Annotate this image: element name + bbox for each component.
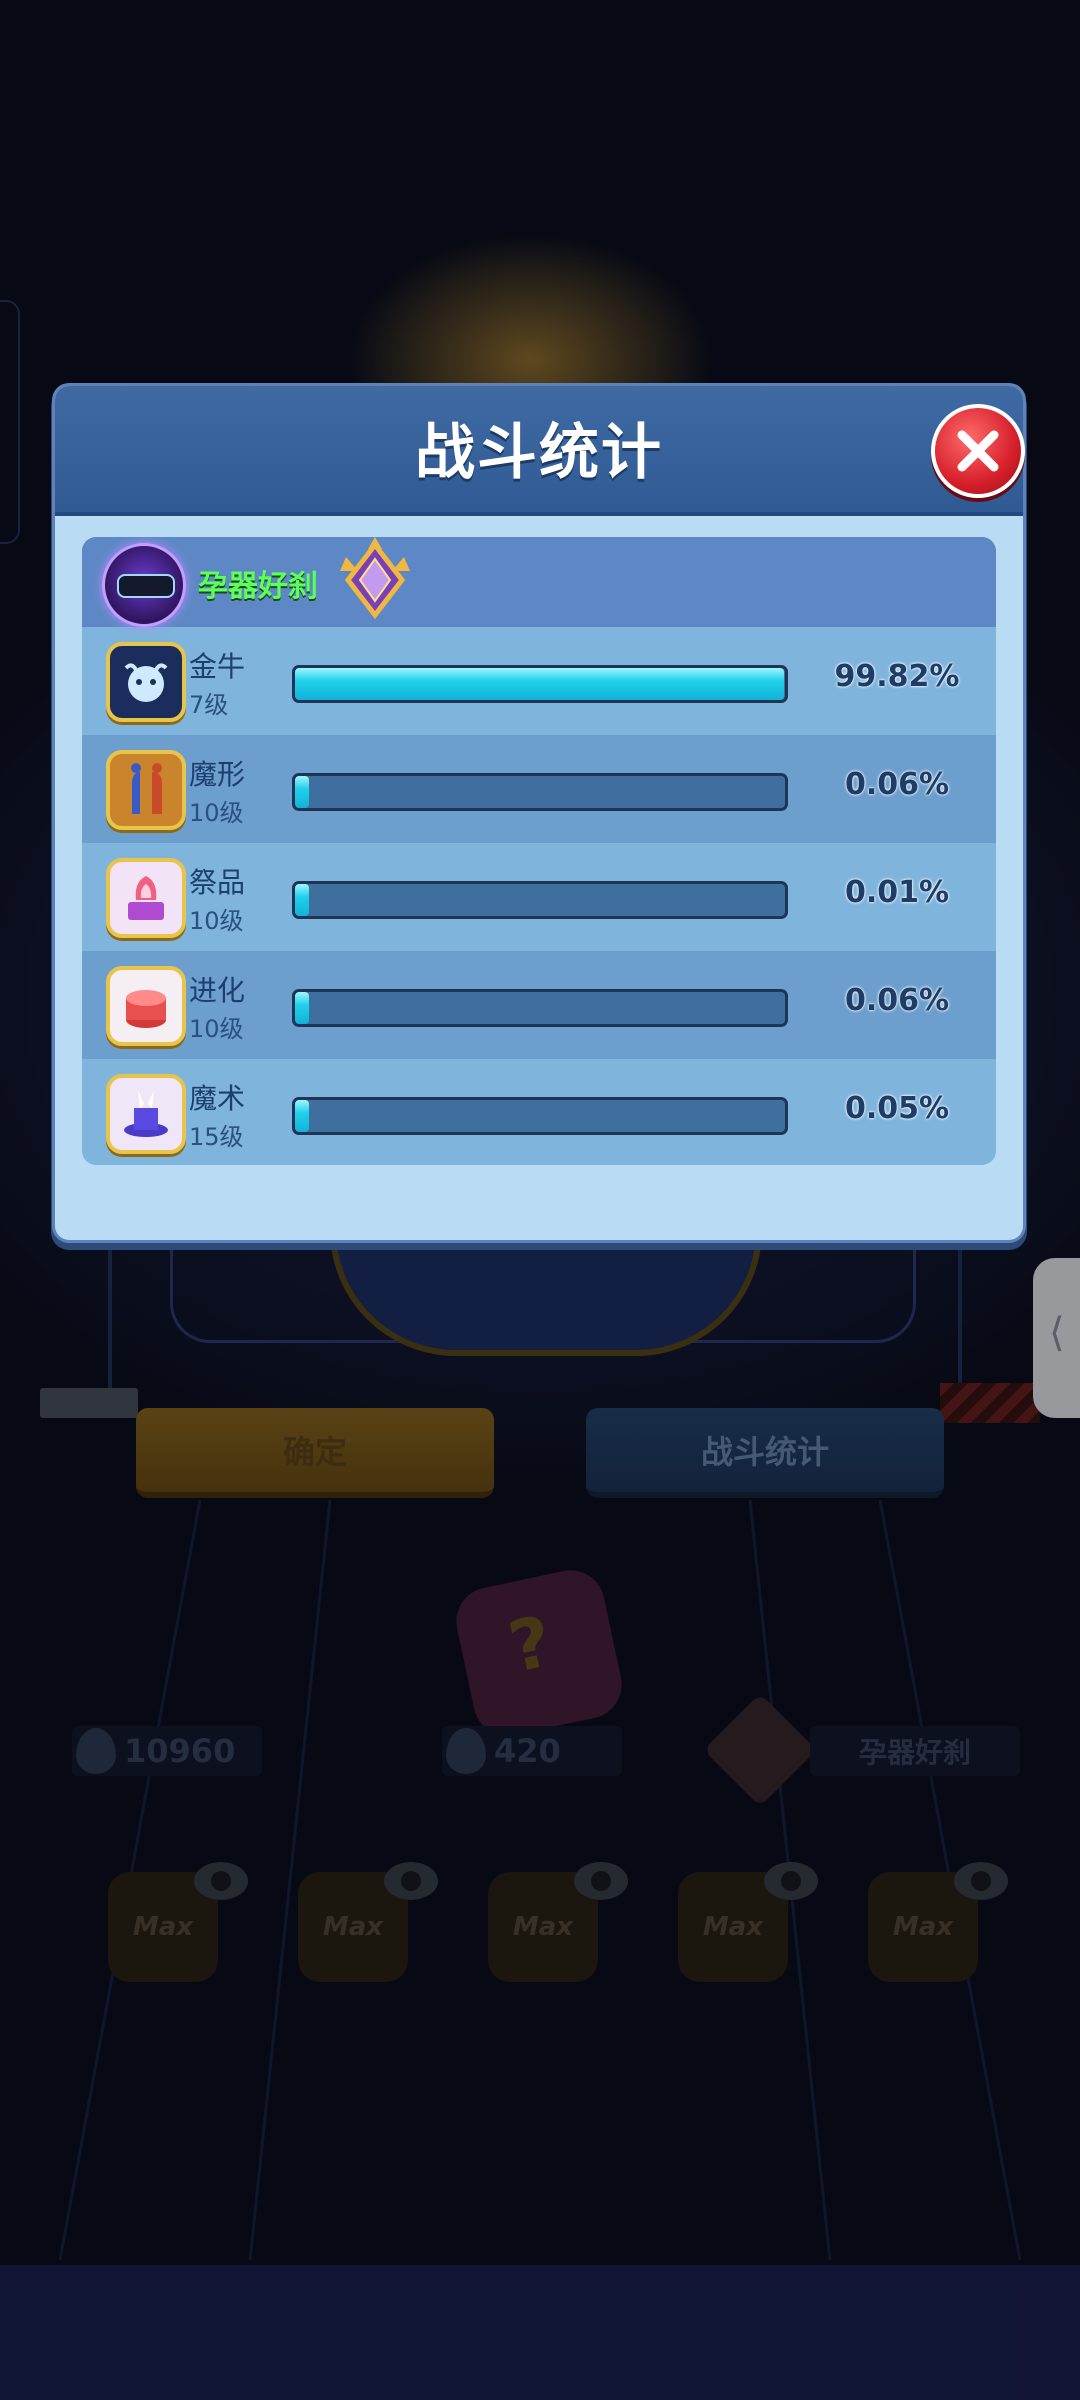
rank-badge-icon	[340, 537, 410, 620]
unit-level: 15级	[189, 1123, 244, 1151]
unit-name: 魔术	[189, 1082, 246, 1115]
close-icon	[957, 430, 999, 472]
unit-name: 金牛	[189, 650, 246, 683]
damage-bar-fill	[295, 1100, 309, 1132]
unit-level: 10级	[189, 799, 244, 827]
unit-level: 10级	[189, 1015, 244, 1043]
unit-row: 魔术 15级 0.05%	[82, 1059, 996, 1165]
magic-hat-icon	[106, 1074, 186, 1154]
damage-bar-fill	[295, 884, 309, 916]
battle-stats-dialog: 战斗统计 孕器好刹 金牛 7级 99.82% 魔形 10级 0.06% 祭品 1…	[55, 386, 1025, 1240]
damage-percent: 99.82%	[834, 659, 960, 694]
sacrifice-icon	[106, 858, 186, 938]
unit-row: 进化 10级 0.06%	[82, 951, 996, 1059]
unit-row: 魔形 10级 0.06%	[82, 735, 996, 843]
golden-bull-icon	[106, 642, 186, 722]
unit-level: 7级	[189, 691, 229, 719]
dialog-title: 战斗统计	[415, 418, 663, 488]
damage-bar	[292, 1097, 788, 1135]
damage-bar-fill	[295, 668, 785, 700]
unit-name: 祭品	[189, 866, 246, 899]
dialog-header: 战斗统计	[55, 386, 1025, 516]
player-name: 孕器好刹	[198, 569, 318, 604]
unit-name: 魔形	[189, 758, 246, 791]
damage-bar	[292, 881, 788, 919]
player-row: 孕器好刹	[82, 537, 996, 627]
close-button[interactable]	[931, 404, 1025, 498]
damage-bar	[292, 773, 788, 811]
damage-percent: 0.06%	[844, 767, 950, 802]
unit-level: 10级	[189, 907, 244, 935]
stats-panel: 孕器好刹 金牛 7级 99.82% 魔形 10级 0.06% 祭品 10级 0.…	[82, 537, 996, 1165]
unit-row: 祭品 10级 0.01%	[82, 843, 996, 951]
player-avatar	[102, 543, 186, 627]
damage-bar-fill	[295, 776, 309, 808]
shapeshifter-icon	[106, 750, 186, 830]
damage-percent: 0.01%	[844, 875, 950, 910]
damage-bar-fill	[295, 992, 309, 1024]
visor-icon	[117, 574, 175, 598]
evolution-icon	[106, 966, 186, 1046]
damage-bar	[292, 665, 788, 703]
damage-percent: 0.05%	[844, 1091, 950, 1126]
damage-percent: 0.06%	[844, 983, 950, 1018]
damage-bar	[292, 989, 788, 1027]
unit-row: 金牛 7级 99.82%	[82, 627, 996, 735]
unit-name: 进化	[189, 974, 246, 1007]
